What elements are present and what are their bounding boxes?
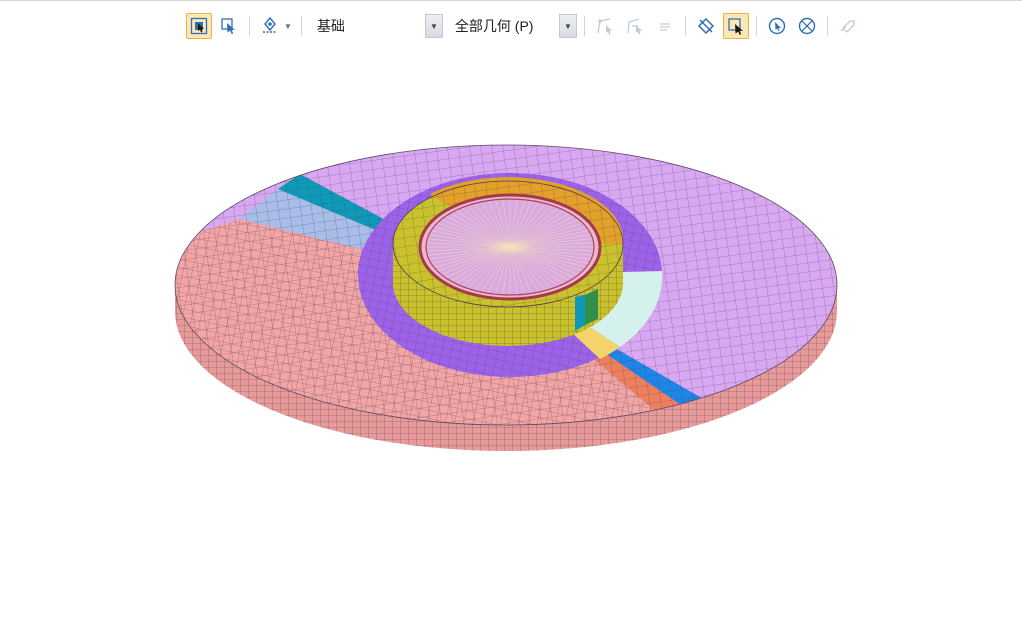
pick-exclude-icon bbox=[798, 17, 816, 35]
pick-point-button[interactable] bbox=[764, 13, 790, 39]
geometry-filter-value: 全部几何 (P) bbox=[454, 18, 534, 34]
selection-mode-dropdown[interactable]: 基础 ▼ bbox=[309, 14, 443, 38]
box-select-icon bbox=[728, 18, 743, 35]
toolbar-separator bbox=[826, 16, 828, 36]
node-tool-1-button[interactable] bbox=[592, 13, 618, 39]
transfer-button[interactable] bbox=[835, 13, 861, 39]
graphics-viewport[interactable] bbox=[0, 49, 1022, 639]
pick-exclude-button[interactable] bbox=[794, 13, 820, 39]
mesh-viewer-window: ▼ 基础 ▼ 全部几何 (P) ▼ bbox=[0, 0, 1022, 639]
select-cursor-button[interactable] bbox=[216, 13, 242, 39]
chevron-down-icon[interactable]: ▼ bbox=[424, 14, 443, 38]
edge-select-icon bbox=[627, 18, 642, 35]
toolbar-separator bbox=[300, 16, 302, 36]
toolbar-separator bbox=[583, 16, 585, 36]
chevron-down-icon[interactable]: ▼ bbox=[284, 22, 292, 31]
mesh-model[interactable] bbox=[0, 49, 1022, 639]
geometry-filter-dropdown[interactable]: 全部几何 (P) ▼ bbox=[447, 14, 577, 38]
select-box-icon bbox=[190, 17, 208, 35]
transfer-icon bbox=[840, 20, 855, 33]
selection-toolbar: ▼ 基础 ▼ 全部几何 (P) ▼ bbox=[186, 11, 861, 41]
toolbar-separator bbox=[249, 16, 250, 36]
snap-point-button[interactable] bbox=[257, 13, 283, 39]
deselect-icon bbox=[697, 17, 714, 35]
list-tool-button[interactable] bbox=[652, 13, 678, 39]
list-icon bbox=[659, 23, 670, 31]
deselect-button[interactable] bbox=[693, 13, 719, 39]
node-select-icon bbox=[597, 18, 612, 35]
hub-center-disc[interactable] bbox=[418, 193, 602, 301]
box-select-button[interactable] bbox=[722, 13, 749, 39]
select-elements-button[interactable] bbox=[186, 13, 212, 39]
snap-icon bbox=[263, 16, 277, 33]
selection-mode-value: 基础 bbox=[316, 18, 345, 34]
toolbar-separator bbox=[684, 16, 686, 36]
pick-circle-icon bbox=[768, 17, 786, 35]
node-tool-2-button[interactable] bbox=[622, 13, 648, 39]
toolbar-separator bbox=[755, 16, 757, 36]
cursor-icon bbox=[221, 18, 235, 34]
chevron-down-icon[interactable]: ▼ bbox=[558, 14, 577, 38]
